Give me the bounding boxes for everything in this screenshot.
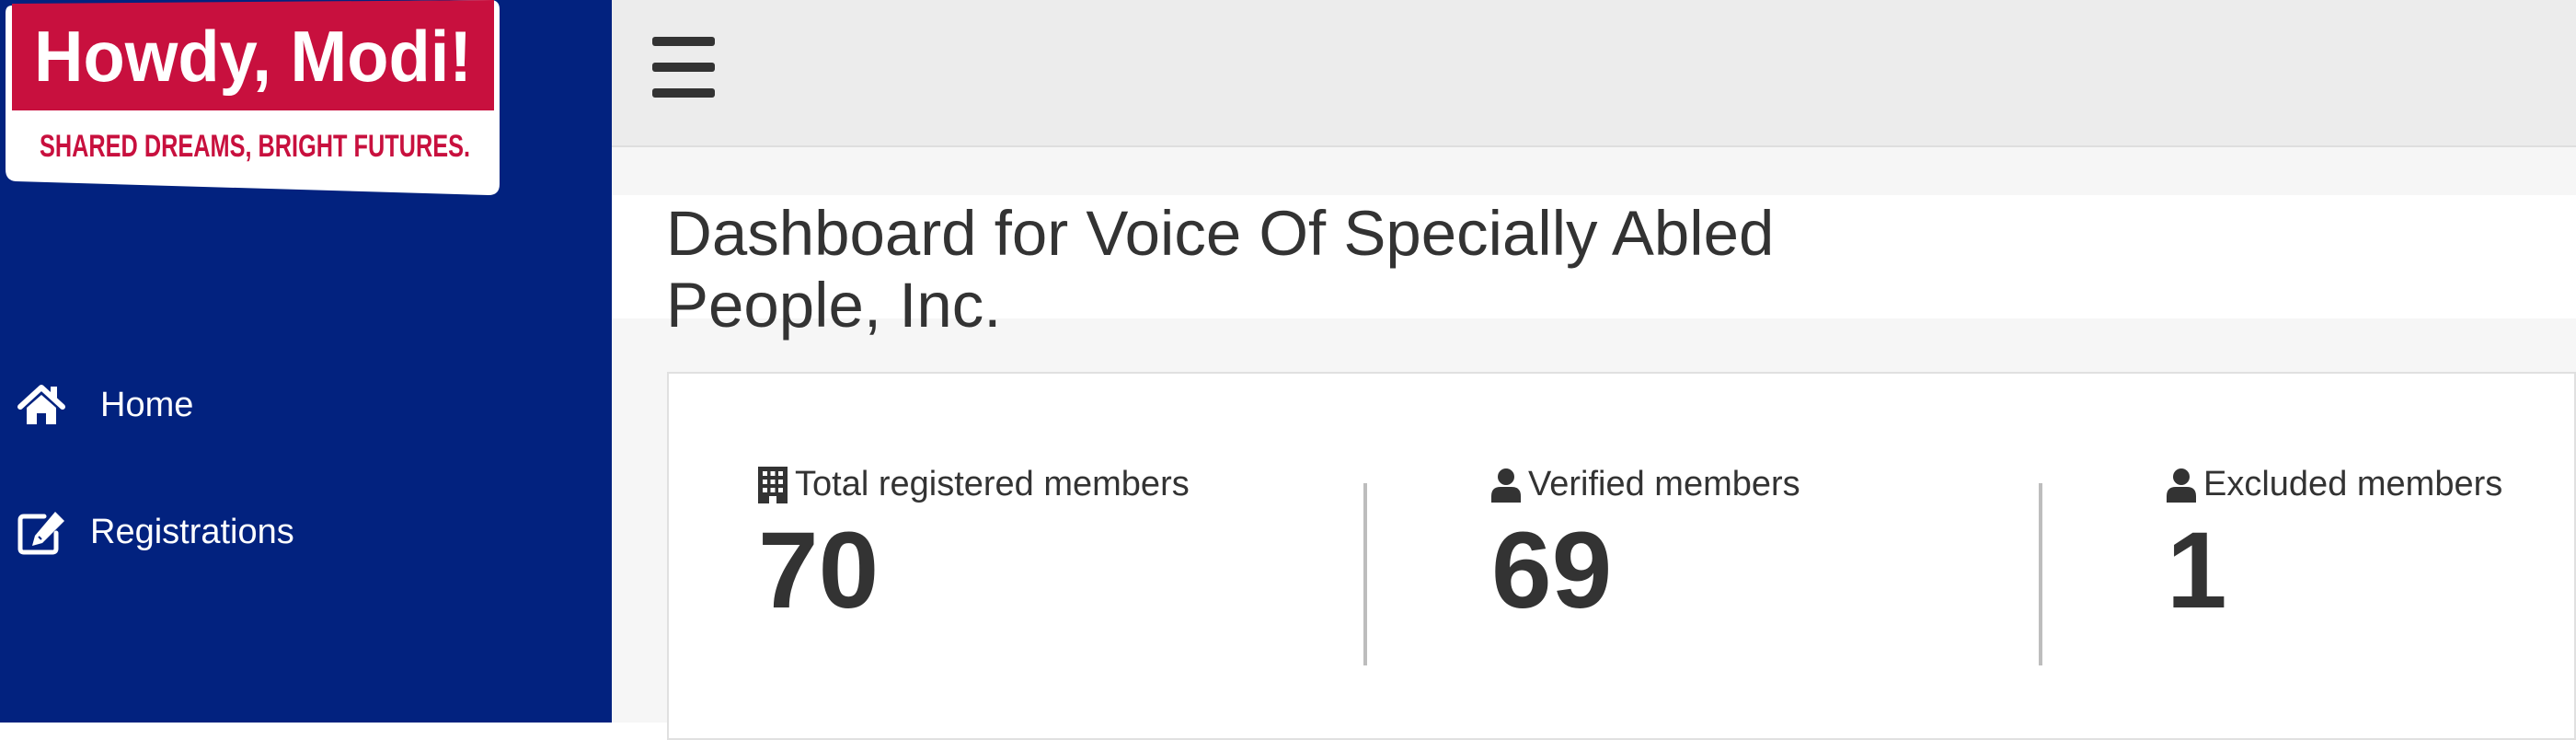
edit-icon — [17, 508, 68, 556]
sidebar-item-home[interactable]: Home — [17, 383, 193, 427]
stat-value: 70 — [758, 510, 880, 631]
user-icon — [1491, 468, 1521, 503]
stat-value: 69 — [1491, 510, 1613, 631]
stat-divider — [1363, 483, 1367, 665]
stats-card — [667, 372, 2576, 740]
stat-divider — [2039, 483, 2042, 665]
user-icon — [2167, 468, 2196, 503]
logo[interactable]: Howdy, Modi! SHARED DREAMS, BRIGHT FUTUR… — [3, 0, 500, 195]
home-icon — [17, 383, 66, 427]
hamburger-menu-icon[interactable] — [652, 37, 719, 98]
sidebar: Howdy, Modi! SHARED DREAMS, BRIGHT FUTUR… — [0, 0, 612, 723]
sidebar-item-registrations[interactable]: Registrations — [17, 508, 294, 556]
main-content: Dashboard for Voice Of Specially Abled P… — [612, 147, 2576, 740]
stat-label: Excluded members — [2167, 465, 2502, 504]
logo-title: Howdy, Modi! — [34, 16, 472, 97]
sidebar-item-label: Registrations — [90, 512, 294, 551]
stat-label-text: Excluded members — [2203, 465, 2503, 503]
stat-label: Verified members — [1491, 465, 1800, 504]
logo-tagline: SHARED DREAMS, BRIGHT FUTURES. — [40, 129, 470, 164]
stat-label-text: Total registered members — [795, 465, 1190, 503]
top-bar — [612, 0, 2576, 147]
stat-label: Total registered members — [758, 465, 1190, 504]
building-icon — [758, 466, 788, 503]
logo-graphic: Howdy, Modi! SHARED DREAMS, BRIGHT FUTUR… — [6, 0, 500, 195]
stat-value: 1 — [2167, 510, 2227, 631]
page-title: Dashboard for Voice Of Specially Abled P… — [666, 198, 1775, 341]
stat-label-text: Verified members — [1528, 465, 1800, 503]
sidebar-item-label: Home — [100, 385, 194, 424]
